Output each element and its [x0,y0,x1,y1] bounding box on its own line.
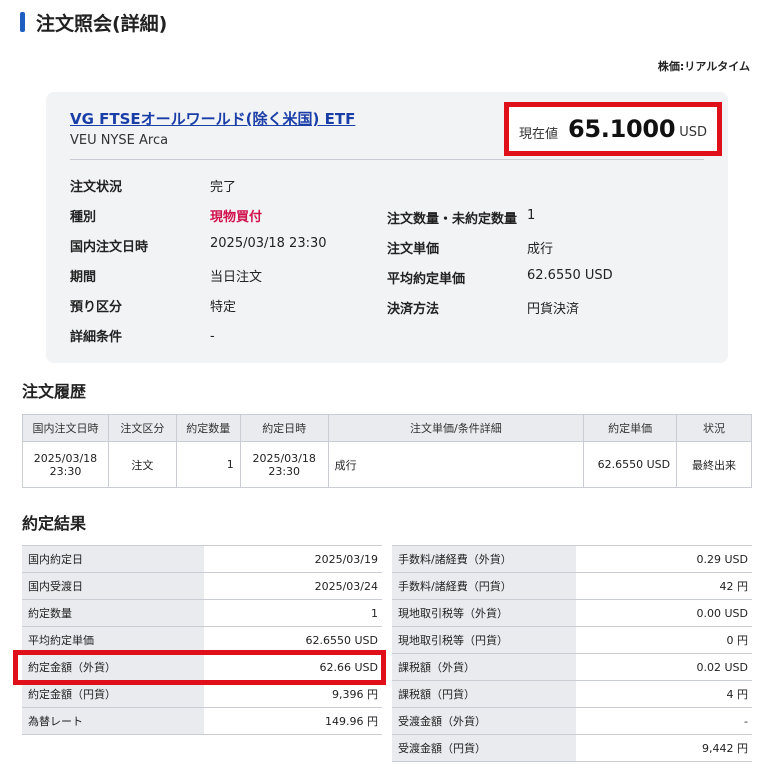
col-exec-datetime: 約定日時 [239,414,329,442]
detail-avg-exec-price: 平均約定単価 62.6550 USD [387,268,613,287]
page-title: 注文照会(詳細) [20,10,168,35]
col-exec-qty: 約定数量 [175,414,241,442]
col-order-datetime: 国内注文日時 [22,414,109,442]
detail-order-kind: 種別 現物買付 [70,210,263,225]
fund-ticker-market: VEU NYSE Arca [70,133,169,148]
cell-status: 最終出来 [676,441,752,488]
current-price-label: 現在値 [518,126,558,142]
table-row: 現地取引税等（円貨） 0 円 [392,626,752,654]
table-row: 手数料/諸経費（外貨） 0.29 USD [392,545,752,573]
table-row: 国内約定日 2025/03/19 [22,545,382,573]
current-price-value: 65.1000 [568,115,676,143]
fund-name-link[interactable]: VG FTSEオールワールド(除く米国) ETF [70,108,355,129]
card-divider [70,159,704,160]
cell-exec-qty: 1 [175,441,241,488]
table-row: 現地取引税等（外貨） 0.00 USD [392,599,752,627]
exec-amount-highlight-box [13,650,386,685]
cell-order-type: 注文 [107,441,177,488]
table-row: 手数料/諸経費（円貨） 42 円 [392,572,752,600]
detail-account-type: 預り区分 特定 [70,300,237,315]
table-row: 課税額（円貨） 4 円 [392,680,752,708]
cell-condition: 成行 [327,441,585,488]
detail-order-qty: 注文数量・未約定数量 1 [387,208,536,227]
table-row: 受渡金額（円貨） 9,442 円 [392,734,752,762]
result-right-table: 手数料/諸経費（外貨） 0.29 USD 手数料/諸経費（円貨） 42 円 現地取引… [392,545,752,762]
cell-order-datetime: 2025/03/18 23:30 [22,441,109,488]
current-price-unit: USD [679,124,707,140]
detail-order-status: 注文状況 完了 [70,180,237,195]
result-left-table: 国内約定日 2025/03/19 国内受渡日 2025/03/24 約定数量 1 平均… [22,545,382,735]
price-mode-label: 株価:リアルタイム [657,60,750,73]
table-row: 2025/03/18 23:30 注文 1 2025/03/18 23:30 成… [22,441,752,488]
detail-conditions: 詳細条件 - [70,329,215,345]
detail-period: 期間 当日注文 [70,270,263,285]
col-condition: 注文単価/条件詳細 [327,414,585,442]
detail-settlement: 決済方法 円貨決済 [387,302,580,317]
table-header-row: 国内注文日時 注文区分 約定数量 約定日時 注文単価/条件詳細 約定単価 状況 [22,414,752,442]
result-title: 約定結果 [22,514,87,533]
col-exec-price: 約定単価 [583,414,678,442]
detail-order-datetime: 国内注文日時 2025/03/18 23:30 [70,236,327,255]
title-accent-bar [20,12,25,32]
cell-exec-datetime: 2025/03/18 23:30 [239,441,329,488]
cell-exec-price: 62.6550 USD [583,441,678,488]
page-title-text: 注文照会(詳細) [36,12,168,35]
table-row: 国内受渡日 2025/03/24 [22,572,382,600]
history-title: 注文履歴 [22,382,87,401]
current-price-box: 現在値 65.1000 USD [504,102,722,156]
order-history-table: 国内注文日時 注文区分 約定数量 約定日時 注文単価/条件詳細 約定単価 状況 … [22,414,752,488]
col-status: 状況 [676,414,752,442]
table-row: 課税額（外貨） 0.02 USD [392,653,752,681]
order-summary-card: VG FTSEオールワールド(除く米国) ETF VEU NYSE Arca 現… [46,92,728,363]
detail-order-price: 注文単価 成行 [387,242,554,257]
table-row: 受渡金額（外貨） - [392,707,752,735]
table-row: 為替レート 149.96 円 [22,707,382,735]
col-order-type: 注文区分 [107,414,177,442]
table-row: 約定数量 1 [22,599,382,627]
